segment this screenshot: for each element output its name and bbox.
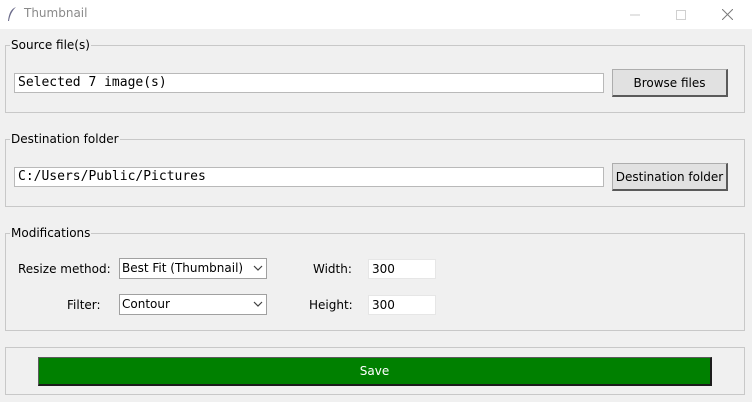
width-label: Width: (313, 262, 352, 276)
modifications-group: Modifications (5, 225, 745, 331)
minimize-icon (630, 14, 640, 15)
destination-folder-legend: Destination folder (10, 131, 120, 147)
filter-label: Filter: (67, 298, 101, 312)
browse-files-button[interactable]: Browse files (612, 69, 728, 97)
resize-method-label: Resize method: (18, 262, 111, 276)
window-title: Thumbnail (24, 6, 88, 20)
resize-method-value: Best Fit (Thumbnail) (122, 261, 244, 275)
feather-icon (7, 6, 17, 22)
close-button[interactable] (704, 0, 750, 29)
source-files-field[interactable]: Selected 7 image(s) (14, 73, 604, 93)
maximize-icon (676, 9, 686, 20)
filter-select[interactable]: Contour (119, 294, 267, 315)
filter-value: Contour (122, 297, 170, 311)
close-icon (721, 9, 733, 20)
app-window: Thumbnail Source file(s) Selected 7 imag… (0, 0, 752, 402)
save-button[interactable]: Save (38, 357, 712, 386)
chevron-down-icon (253, 301, 263, 307)
width-field[interactable]: 300 (368, 259, 436, 279)
destination-folder-field[interactable]: C:/Users/Public/Pictures (14, 167, 604, 187)
modifications-legend: Modifications (10, 225, 92, 241)
destination-folder-button[interactable]: Destination folder (612, 163, 728, 191)
height-label: Height: (309, 298, 353, 312)
maximize-button[interactable] (658, 0, 704, 29)
minimize-button[interactable] (612, 0, 658, 29)
chevron-down-icon (253, 265, 263, 271)
title-bar: Thumbnail (0, 0, 752, 29)
height-field[interactable]: 300 (368, 295, 436, 315)
source-files-legend: Source file(s) (10, 37, 91, 53)
resize-method-select[interactable]: Best Fit (Thumbnail) (119, 258, 267, 279)
